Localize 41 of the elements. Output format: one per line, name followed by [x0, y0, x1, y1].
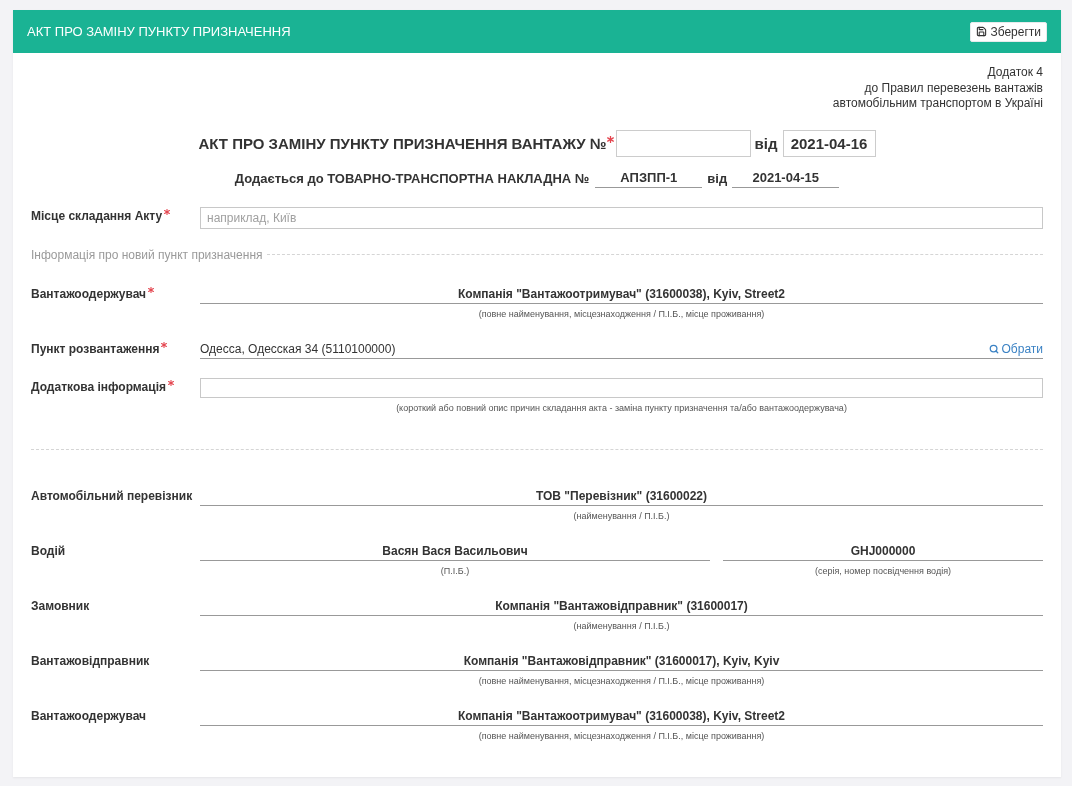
field-value: Одесса, Одесская 34 (5110100000)	[200, 340, 396, 358]
section-legend: Інформація про новий пункт призначення	[31, 246, 263, 263]
field-hint: (найменування / П.І.Б.)	[572, 509, 671, 522]
field-label: Вантажоодержувач	[31, 285, 147, 303]
page-title: АКТ ПРО ЗАМІНУ ПУНКТУ ПРИЗНАЧЕННЯ	[27, 24, 291, 39]
act-heading: АКТ ПРО ЗАМІНУ ПУНКТУ ПРИЗНАЧЕННЯ ВАНТАЖУ №	[198, 134, 607, 152]
field-label: Вантажовідправник	[31, 652, 150, 670]
field-label: Додаткова інформація	[31, 378, 166, 396]
field-label: Автомобільний перевізник	[31, 487, 193, 505]
save-button[interactable]: Зберегти	[970, 21, 1047, 42]
field-hint: (П.І.Б.)	[439, 564, 471, 577]
choose-link[interactable]: Обрати	[988, 339, 1043, 358]
field-hint: (повне найменування, місцезнаходження / П.І.Б., місце проживання)	[477, 729, 766, 742]
field-value: ТОВ "Перевізник" (31600022)	[200, 486, 1043, 506]
field-label: Вантажоодержувач	[31, 707, 147, 725]
waybill-date: 2021-04-15	[732, 168, 840, 188]
waybill-number: АПЗПП-1	[595, 168, 703, 188]
field-hint: (повне найменування, місцезнаходження / П.І.Б., місце проживання)	[477, 674, 766, 687]
input-field[interactable]	[200, 377, 1043, 398]
field-value: Компанія "Вантажоотримувач" (31600038), Kyiv, Street2	[200, 284, 1043, 304]
field-label: Пункт розвантаження	[31, 340, 160, 358]
field-label: Місце складання Акту	[31, 207, 163, 225]
field-hint: (короткий або повний опис причин складання акта - заміна пункту призначення та/або вантажоодержувача)	[395, 401, 848, 414]
field-value: Васян Вася Васильович	[200, 541, 710, 561]
field-value: GHJ000000	[723, 541, 1043, 561]
act-number-field[interactable]	[615, 129, 751, 157]
field-hint: (найменування / П.І.Б.)	[572, 619, 671, 632]
field-value: Компанія "Вантажовідправник" (31600017), Kyiv, Kyiv	[200, 651, 1043, 671]
date-label: від	[754, 134, 778, 152]
field-value: Компанія "Вантажовідправник" (31600017)	[200, 596, 1043, 616]
search-icon	[988, 343, 999, 354]
attachment-text: Додається до ТОВАРНО-ТРАНСПОРТНА НАКЛАДНА №	[234, 169, 590, 188]
annex-note: Додаток 4 до Правил перевезень вантажів автомобільним транспортом в Україні	[831, 65, 1043, 112]
field-label: Водій	[31, 542, 66, 560]
date-field[interactable]: 2021-04-16	[782, 129, 876, 157]
field-hint: (повне найменування, місцезнаходження / П.І.Б., місце проживання)	[477, 307, 766, 320]
field-label: Замовник	[31, 597, 90, 615]
date-label: від	[707, 169, 728, 188]
field-hint: (серія, номер посвідчення водія)	[813, 564, 953, 577]
input-field[interactable]: наприклад, Київ	[200, 206, 1043, 229]
field-value: Компанія "Вантажоотримувач" (31600038), Kyiv, Street2	[200, 706, 1043, 726]
